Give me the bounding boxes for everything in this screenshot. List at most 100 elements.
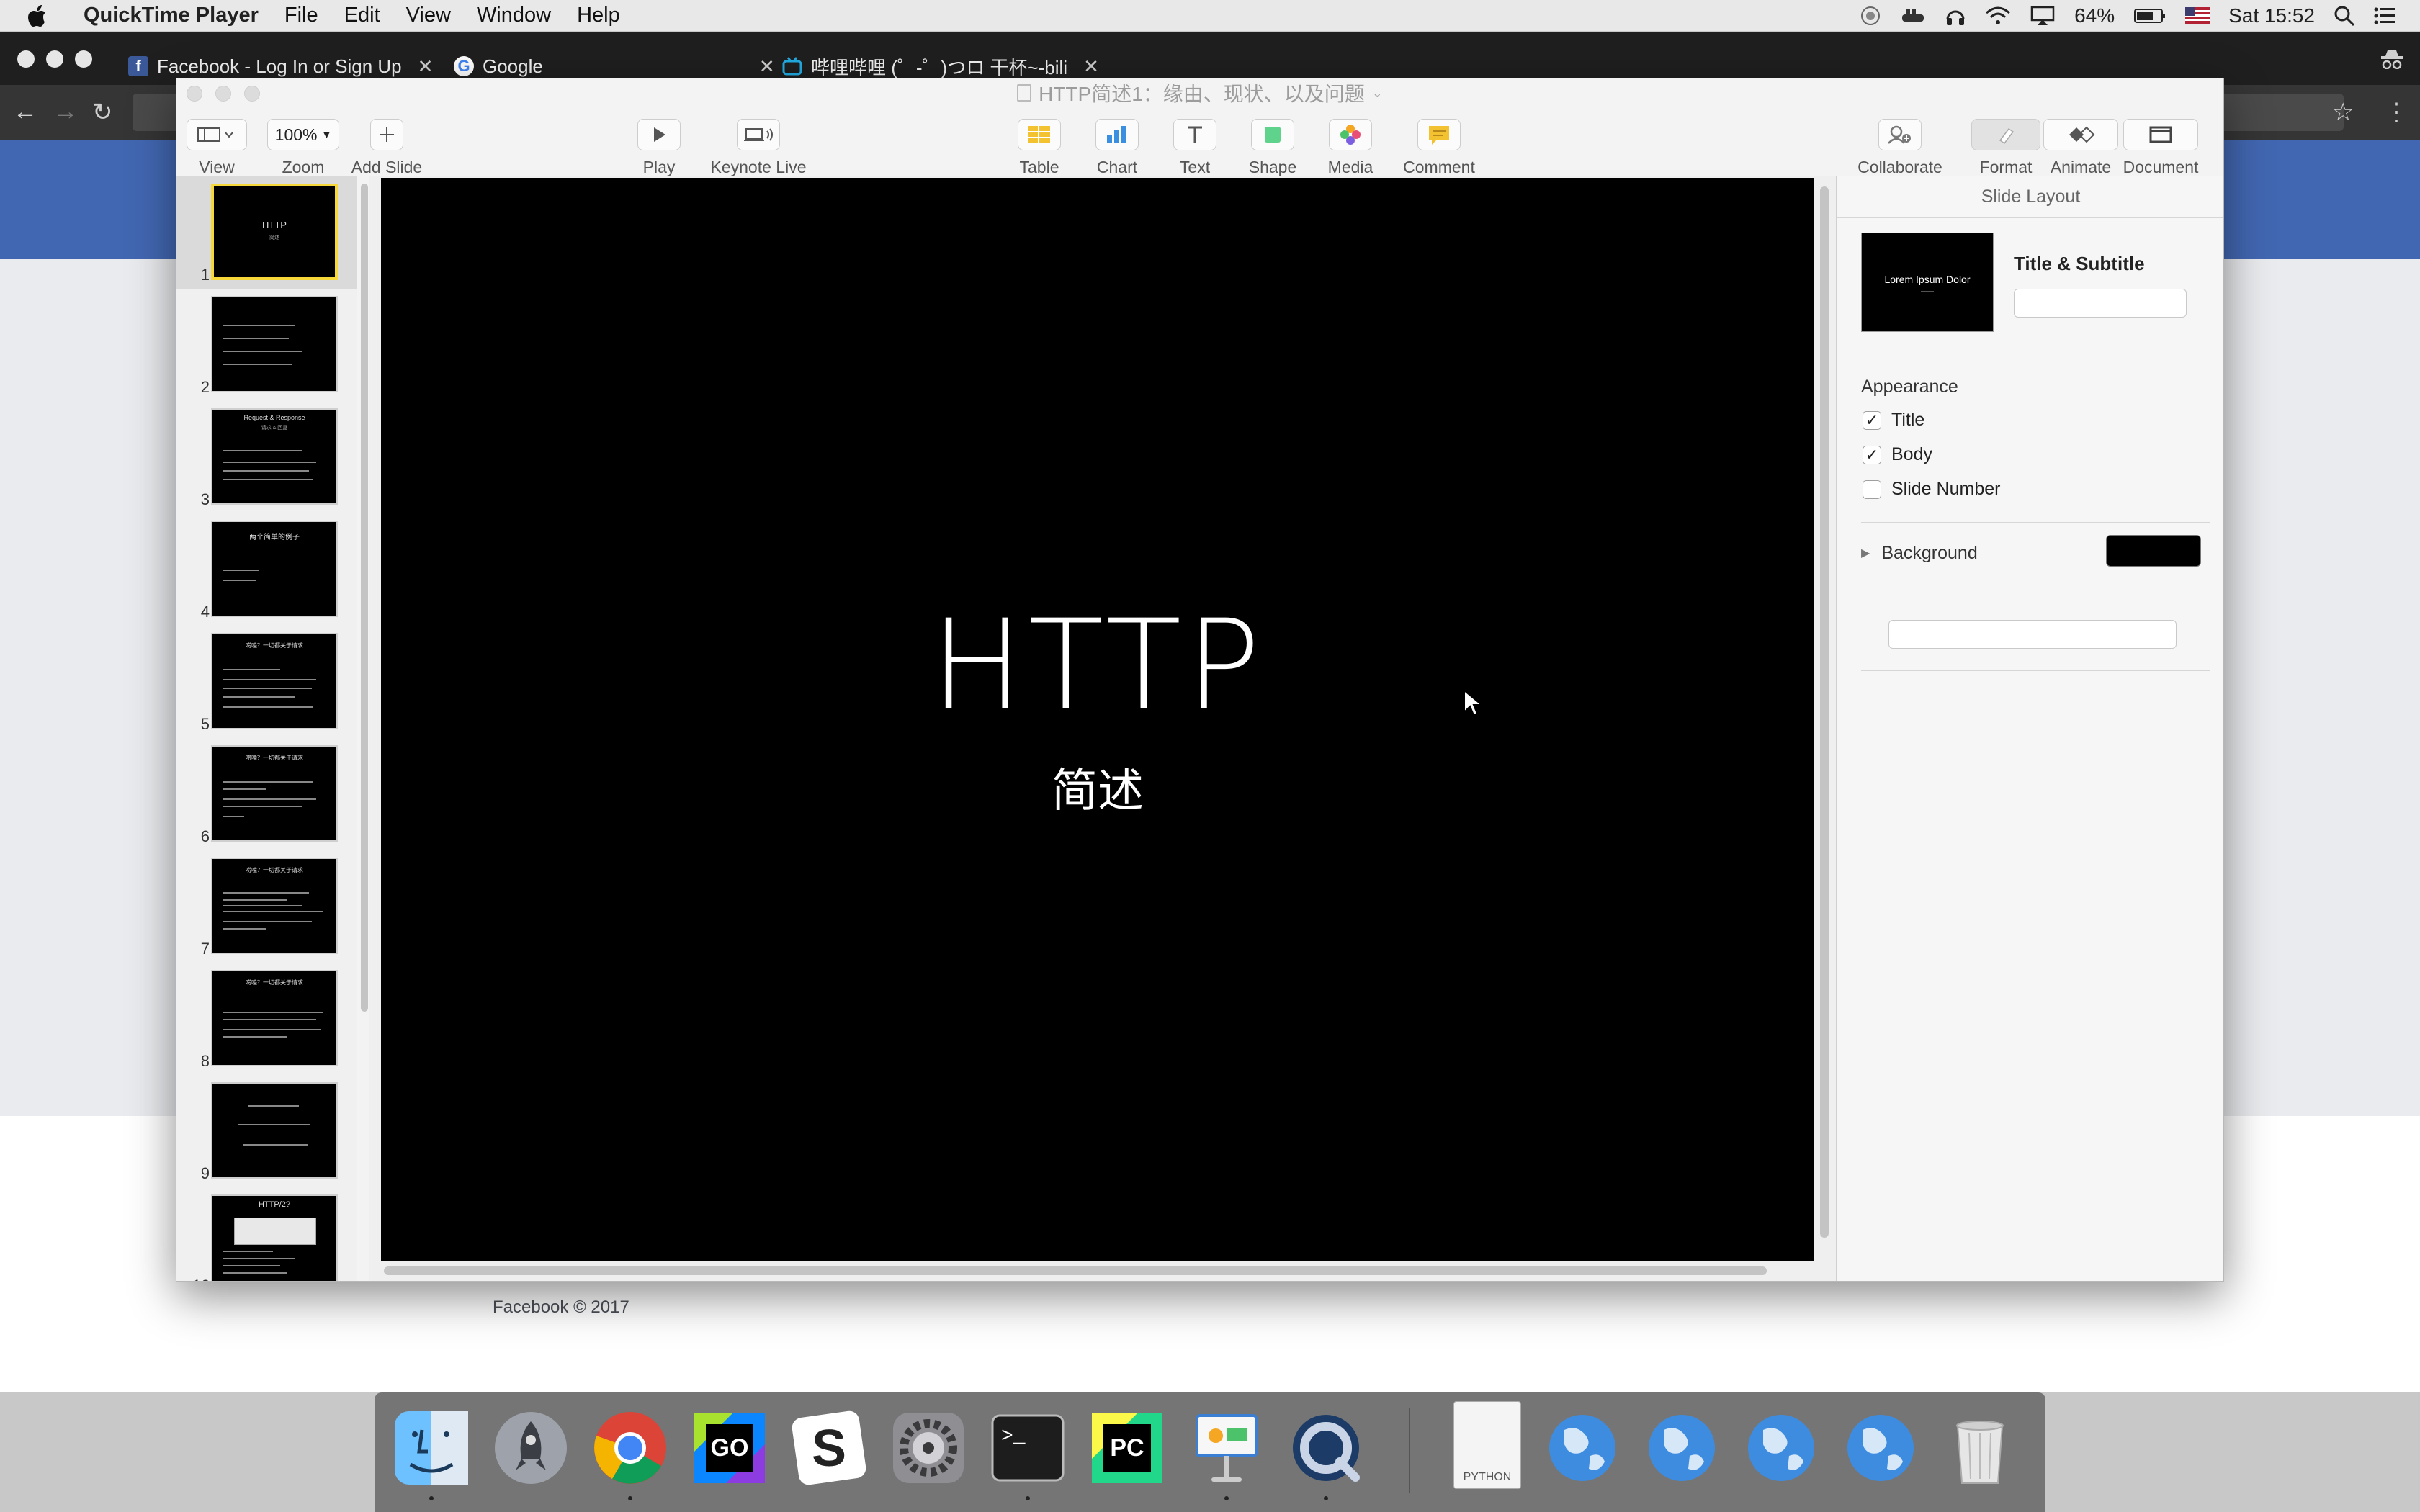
notification-center-icon[interactable]	[2374, 6, 2396, 25]
wifi-icon[interactable]	[1985, 6, 2011, 26]
apple-menu-icon[interactable]	[26, 4, 58, 28]
clock[interactable]: Sat 15:52	[2228, 4, 2315, 27]
dock-trash[interactable]	[1937, 1405, 2022, 1490]
dock-goland[interactable]: GO	[687, 1405, 772, 1490]
dock-python-file[interactable]: PYTHON	[1453, 1401, 1521, 1489]
menu-help[interactable]: Help	[577, 4, 620, 27]
slide-thumbnail-6[interactable]: 唠嗑？一切都关于请求 6	[176, 738, 357, 850]
document-title[interactable]: HTTP简述1：缘由、现状、以及问题	[1039, 78, 1365, 107]
chevron-down-icon[interactable]: ⌄	[1372, 86, 1383, 101]
window-minimize-button[interactable]	[215, 86, 231, 102]
slide-thumbnail-3[interactable]: Request & Response 请求 & 回复 3	[176, 401, 357, 513]
zoom-menu[interactable]: 100% ▼ Zoom	[267, 119, 339, 177]
slide-thumbnail-10[interactable]: HTTP/2? 10	[176, 1187, 357, 1281]
slide-subtitle[interactable]: 简述	[381, 754, 1814, 820]
comment-button[interactable]: Comment	[1399, 119, 1479, 177]
slide-thumbnail-5[interactable]: 唠嗑？一切都关于请求 5	[176, 626, 357, 738]
slide-number: 1	[200, 266, 210, 284]
forward-icon[interactable]: →	[53, 98, 78, 126]
menu-view[interactable]: View	[406, 4, 451, 27]
text-button[interactable]: Text	[1166, 119, 1224, 177]
dock-finder[interactable]	[389, 1405, 474, 1500]
document-button[interactable]: Document	[2121, 119, 2200, 177]
window-close-button[interactable]	[187, 86, 202, 102]
headphones-icon[interactable]	[1945, 5, 1966, 27]
slide-thumbnail-9[interactable]: 9	[176, 1075, 357, 1187]
add-slide-button[interactable]: Add Slide	[351, 119, 422, 177]
browser-minimize-button[interactable]	[46, 50, 63, 68]
battery-percent: 64%	[2074, 4, 2115, 27]
edit-master-slide-button[interactable]	[1888, 620, 2177, 649]
scrollbar-thumb[interactable]	[1820, 186, 1829, 1238]
disclosure-triangle-icon[interactable]: ▶	[1861, 546, 1870, 560]
back-icon[interactable]: ←	[13, 98, 37, 126]
bookmark-star-icon[interactable]: ☆	[2332, 98, 2354, 127]
dock-globe-4[interactable]	[1838, 1405, 1923, 1490]
slide-thumbnail-8[interactable]: 唠嗑？一切都关于请求 8	[176, 963, 357, 1075]
us-flag-icon[interactable]	[2185, 6, 2210, 24]
title-checkbox[interactable]: ✓ Title	[1863, 410, 1924, 431]
chart-button[interactable]: Chart	[1088, 119, 1146, 177]
slide-thumbnail-7[interactable]: 唠嗑？一切都关于请求 7	[176, 850, 357, 963]
dock-launchpad[interactable]	[488, 1405, 573, 1490]
reload-icon[interactable]: ↻	[92, 98, 113, 127]
divider	[1861, 670, 2210, 671]
window-zoom-button[interactable]	[244, 86, 260, 102]
dock-globe-2[interactable]	[1639, 1405, 1724, 1490]
body-checkbox[interactable]: ✓ Body	[1863, 444, 1932, 465]
dock-pycharm[interactable]: PC	[1085, 1405, 1170, 1490]
menu-file[interactable]: File	[284, 4, 318, 27]
animate-button[interactable]: Animate	[2043, 119, 2118, 177]
background-color-well[interactable]	[2106, 535, 2201, 567]
docker-icon[interactable]	[1900, 6, 1926, 26]
battery-icon[interactable]	[2133, 7, 2166, 24]
dock-slack[interactable]: S	[786, 1405, 871, 1490]
shape-button[interactable]: Shape	[1244, 119, 1301, 177]
slide-thumbnail-2[interactable]: 2	[176, 289, 357, 401]
keynote-live-button[interactable]: Keynote Live	[708, 119, 809, 177]
canvas-horizontal-scrollbar[interactable]	[381, 1264, 1814, 1278]
dock-chrome[interactable]	[588, 1405, 673, 1500]
slide-thumbnail-4[interactable]: 两个简单的例子 4	[176, 513, 357, 626]
master-slide-preview[interactable]: Lorem Ipsum Dolor ———	[1861, 233, 1994, 332]
empty-checkbox	[1863, 480, 1881, 499]
canvas-vertical-scrollbar[interactable]	[1816, 179, 1830, 1259]
record-icon[interactable]	[1860, 5, 1881, 27]
navigator-scrollbar[interactable]	[359, 176, 369, 1281]
dock-system-preferences[interactable]	[886, 1405, 971, 1490]
close-tab-icon[interactable]: ✕	[418, 55, 434, 78]
browser-menu-icon[interactable]: ⋮	[2384, 98, 2408, 127]
globe-icon	[1748, 1415, 1814, 1481]
browser-zoom-button[interactable]	[75, 50, 92, 68]
dock-globe-3[interactable]	[1739, 1405, 1824, 1490]
close-tab-icon[interactable]: ✕	[1083, 55, 1099, 78]
collaborate-button[interactable]: Collaborate	[1853, 119, 1947, 177]
menu-edit[interactable]: Edit	[344, 4, 380, 27]
scrollbar-thumb[interactable]	[361, 184, 368, 1012]
window-title-bar: HTTP简述1：缘由、现状、以及问题 ⌄	[176, 78, 2223, 107]
slide-thumbnail-1[interactable]: HTTP 简述 1	[176, 176, 357, 289]
close-tab-icon[interactable]: ✕	[759, 55, 775, 78]
dock-globe-1[interactable]	[1540, 1405, 1625, 1490]
slide-navigator[interactable]: HTTP 简述 1 2 Request & Response 请求 & 回复 3…	[176, 176, 357, 1281]
dock-keynote[interactable]	[1184, 1405, 1269, 1500]
slide-title[interactable]: HTTP	[381, 593, 1814, 737]
dock-terminal[interactable]: >_	[985, 1405, 1070, 1500]
format-button[interactable]: Format	[1971, 119, 2040, 177]
view-button[interactable]: View	[187, 119, 247, 177]
menu-bar: QuickTime Player File Edit View Window H…	[0, 0, 2420, 32]
change-master-button[interactable]	[2014, 289, 2187, 318]
scrollbar-thumb[interactable]	[384, 1266, 1767, 1275]
table-button[interactable]: Table	[1010, 119, 1068, 177]
dock-quicktime[interactable]	[1283, 1405, 1368, 1500]
media-button[interactable]: Media	[1322, 119, 1379, 177]
browser-close-button[interactable]	[17, 50, 35, 68]
slide-canvas[interactable]: HTTP 简述	[381, 178, 1814, 1261]
slide-number-checkbox[interactable]: Slide Number	[1863, 479, 2000, 500]
spotlight-icon[interactable]	[2334, 5, 2355, 27]
menu-app-name[interactable]: QuickTime Player	[84, 4, 259, 27]
menu-window[interactable]: Window	[477, 4, 551, 27]
airplay-icon[interactable]	[2030, 5, 2056, 27]
facebook-icon: f	[128, 56, 148, 76]
play-button[interactable]: Play	[632, 119, 686, 177]
